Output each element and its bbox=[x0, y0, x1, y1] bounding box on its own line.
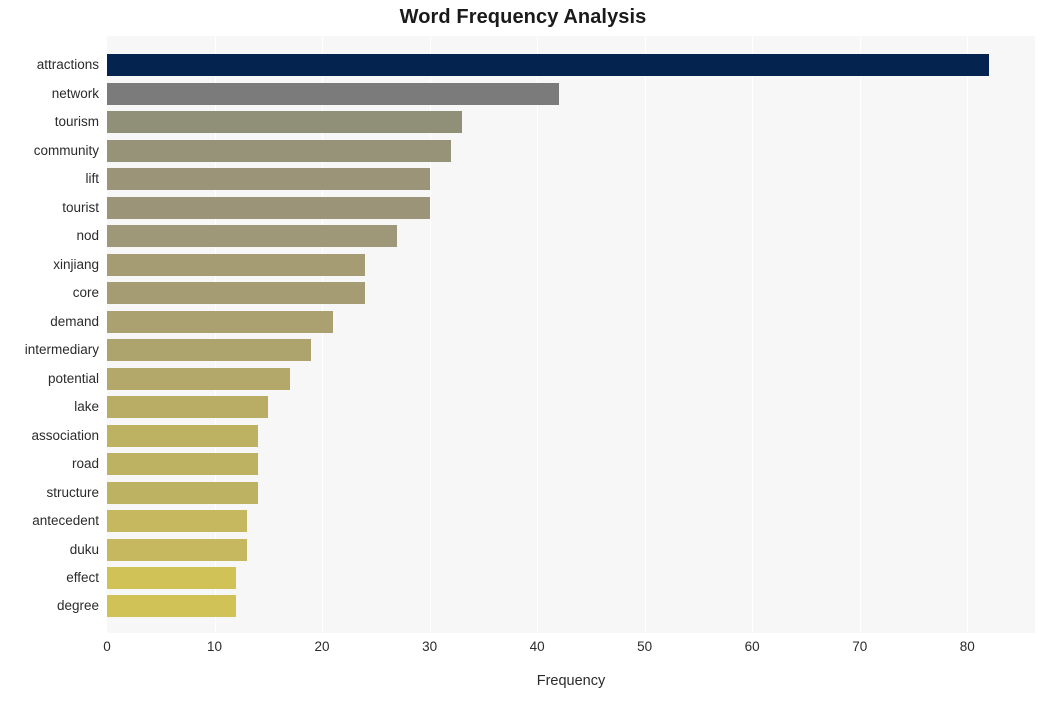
bar-row[interactable] bbox=[107, 196, 1035, 219]
x-tick-label-40: 40 bbox=[529, 639, 545, 654]
x-tick-label-0: 0 bbox=[103, 639, 111, 654]
x-axis-title: Frequency bbox=[536, 673, 606, 689]
bar-tourist[interactable] bbox=[107, 196, 430, 219]
bar-row[interactable] bbox=[107, 82, 1035, 105]
y-tick-label-tourism: tourism bbox=[54, 114, 99, 130]
bar-row[interactable] bbox=[107, 453, 1035, 476]
y-tick-label-demand: demand bbox=[50, 313, 99, 329]
y-tick-label-degree: degree bbox=[56, 598, 99, 614]
y-tick-label-xinjiang: xinjiang bbox=[53, 256, 99, 272]
x-axis: 0 10 20 30 40 50 60 70 80 bbox=[103, 633, 1035, 663]
bar-row[interactable] bbox=[107, 225, 1035, 248]
x-tick-label-50: 50 bbox=[637, 639, 653, 654]
bar-row[interactable] bbox=[107, 310, 1035, 333]
bar-association[interactable] bbox=[107, 424, 258, 447]
bar-row[interactable] bbox=[107, 424, 1035, 447]
x-tick-label-20: 20 bbox=[314, 639, 330, 654]
y-tick-label-association: association bbox=[31, 427, 99, 443]
bar-core[interactable] bbox=[107, 282, 366, 305]
bar-intermediary[interactable] bbox=[107, 339, 312, 362]
y-tick-label-road: road bbox=[71, 456, 99, 472]
y-tick-label-structure: structure bbox=[46, 484, 99, 500]
bar-tourism[interactable] bbox=[107, 111, 462, 134]
bar-community[interactable] bbox=[107, 139, 452, 162]
y-tick-label-community: community bbox=[33, 142, 99, 158]
bar-row[interactable] bbox=[107, 538, 1035, 561]
plot-area bbox=[107, 36, 1035, 633]
x-tick-label-80: 80 bbox=[959, 639, 975, 654]
bar-row[interactable] bbox=[107, 510, 1035, 532]
x-tick-label-60: 60 bbox=[744, 639, 760, 654]
bar-row[interactable] bbox=[107, 282, 1035, 305]
y-tick-label-core: core bbox=[72, 285, 99, 301]
x-tick-label-10: 10 bbox=[207, 639, 223, 654]
y-tick-label-network: network bbox=[51, 85, 99, 101]
x-tick-label-70: 70 bbox=[852, 639, 868, 654]
bar-row[interactable] bbox=[107, 339, 1035, 362]
bar-row[interactable] bbox=[107, 253, 1035, 276]
y-tick-label-antecedent: antecedent bbox=[32, 513, 99, 528]
bar-road[interactable] bbox=[107, 453, 258, 476]
bar-degree[interactable] bbox=[107, 595, 237, 618]
bar-row[interactable] bbox=[107, 567, 1035, 589]
word-frequency-bar-chart: Word Frequency Analysis attractions netwo… bbox=[0, 0, 1046, 701]
bar-row[interactable] bbox=[107, 111, 1035, 134]
bar-antecedent[interactable] bbox=[107, 510, 247, 532]
bar-row[interactable] bbox=[107, 396, 1035, 419]
y-tick-label-lift: lift bbox=[85, 171, 100, 187]
y-tick-label-potential: potential bbox=[47, 370, 99, 386]
bar-demand[interactable] bbox=[107, 310, 333, 333]
bar-duku[interactable] bbox=[107, 538, 247, 561]
x-tick-label-30: 30 bbox=[422, 639, 438, 654]
y-axis: attractions network tourism community lift to… bbox=[0, 36, 107, 633]
bar-structure[interactable] bbox=[107, 481, 258, 504]
bar-xinjiang[interactable] bbox=[107, 253, 366, 276]
bar-effect[interactable] bbox=[107, 567, 237, 589]
bar-lake[interactable] bbox=[107, 396, 269, 419]
y-tick-label-attractions: attractions bbox=[36, 57, 99, 73]
y-tick-label-intermediary: intermediary bbox=[24, 342, 99, 358]
chart-title: Word Frequency Analysis bbox=[399, 6, 647, 28]
bar-row[interactable] bbox=[107, 139, 1035, 162]
y-tick-label-duku: duku bbox=[69, 541, 99, 557]
y-tick-label-effect: effect bbox=[66, 570, 99, 585]
y-tick-label-nod: nod bbox=[76, 228, 99, 244]
bar-nod[interactable] bbox=[107, 225, 398, 248]
bar-lift[interactable] bbox=[107, 168, 430, 191]
bar-row[interactable] bbox=[107, 168, 1035, 191]
bar-potential[interactable] bbox=[107, 367, 290, 390]
bar-row[interactable] bbox=[107, 595, 1035, 618]
bar-network[interactable] bbox=[107, 82, 559, 105]
bar-row[interactable] bbox=[107, 54, 1035, 77]
bar-attractions[interactable] bbox=[107, 54, 989, 77]
y-tick-label-tourist: tourist bbox=[62, 199, 99, 215]
y-tick-label-lake: lake bbox=[74, 399, 99, 415]
bar-row[interactable] bbox=[107, 481, 1035, 504]
bar-row[interactable] bbox=[107, 367, 1035, 390]
